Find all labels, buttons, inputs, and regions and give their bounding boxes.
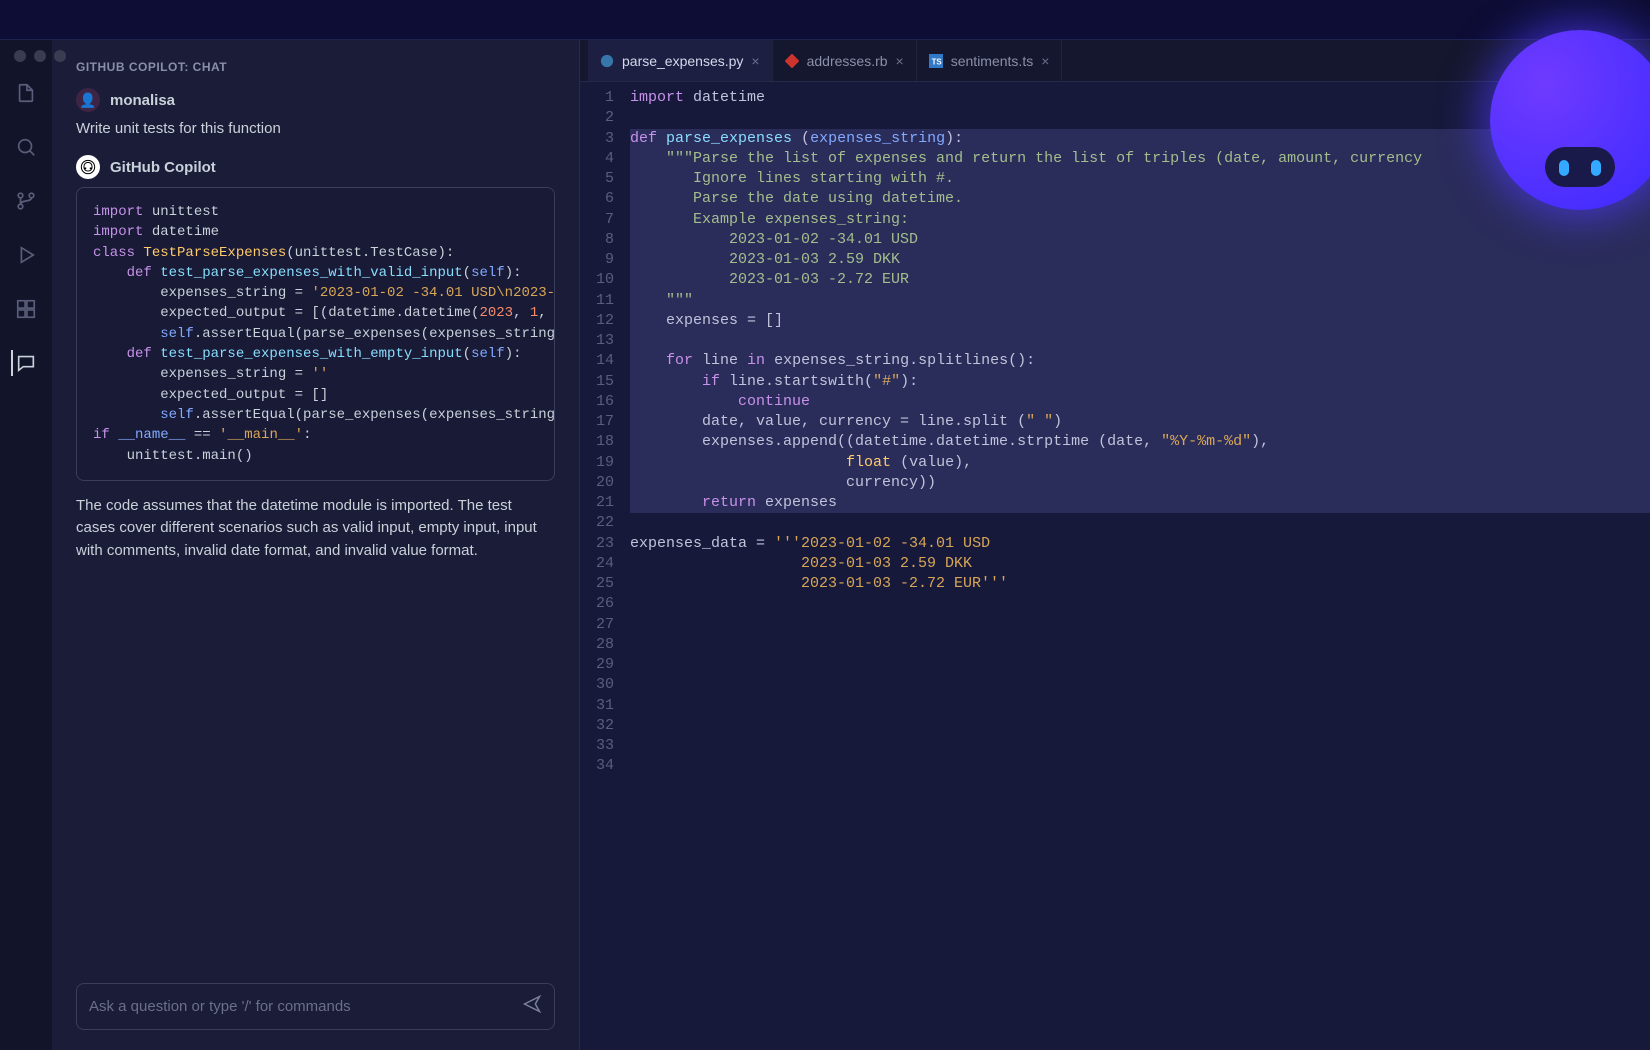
files-icon[interactable]: [13, 80, 39, 106]
close-icon[interactable]: ×: [896, 53, 904, 69]
close-dot[interactable]: [14, 50, 26, 62]
chat-header: GITHUB COPILOT: CHAT: [52, 40, 579, 88]
send-icon[interactable]: [522, 994, 542, 1019]
user-message-text: Write unit tests for this function: [76, 120, 555, 137]
branch-icon[interactable]: [13, 188, 39, 214]
chat-code-block: import unittestimport datetimeclass Test…: [76, 187, 555, 481]
chat-input-field[interactable]: [89, 998, 522, 1015]
tab-label: addresses.rb: [807, 53, 888, 69]
window-controls: [14, 50, 66, 62]
search-icon[interactable]: [13, 134, 39, 160]
extensions-icon[interactable]: [13, 296, 39, 322]
minimize-dot[interactable]: [34, 50, 46, 62]
tab-addresses-rb[interactable]: addresses.rb ×: [773, 40, 917, 81]
tab-bar: parse_expenses.py × addresses.rb × TS sentime…: [580, 40, 1650, 82]
titlebar: [0, 0, 1650, 40]
chat-icon[interactable]: [11, 350, 37, 376]
tab-sentiments-ts[interactable]: TS sentiments.ts ×: [917, 40, 1063, 81]
chat-message-bot: GitHub Copilot import unittestimport dat…: [76, 155, 555, 562]
tab-parse_expenses-py[interactable]: parse_expenses.py ×: [588, 40, 773, 81]
tab-label: parse_expenses.py: [622, 53, 743, 69]
bot-name: GitHub Copilot: [110, 159, 216, 176]
user-name: monalisa: [110, 92, 175, 109]
bot-explanation: The code assumes that the datetime modul…: [76, 495, 555, 563]
chat-panel: GITHUB COPILOT: CHAT 👤 monalisa Write un…: [52, 40, 580, 1050]
editor-panel: parse_expenses.py × addresses.rb × TS sentime…: [580, 40, 1650, 1050]
code-editor[interactable]: 1import datetime23def parse_expenses (ex…: [580, 82, 1650, 1050]
chat-input[interactable]: [76, 983, 555, 1030]
chat-message-user: 👤 monalisa Write unit tests for this fun…: [76, 88, 555, 137]
svg-text:TS: TS: [931, 57, 941, 66]
run-icon[interactable]: [13, 242, 39, 268]
maximize-dot[interactable]: [54, 50, 66, 62]
close-icon[interactable]: ×: [751, 53, 759, 69]
close-icon[interactable]: ×: [1041, 53, 1049, 69]
tab-label: sentiments.ts: [951, 53, 1033, 69]
activity-bar: [0, 40, 52, 1050]
avatar: [76, 155, 100, 179]
avatar: 👤: [76, 88, 100, 112]
